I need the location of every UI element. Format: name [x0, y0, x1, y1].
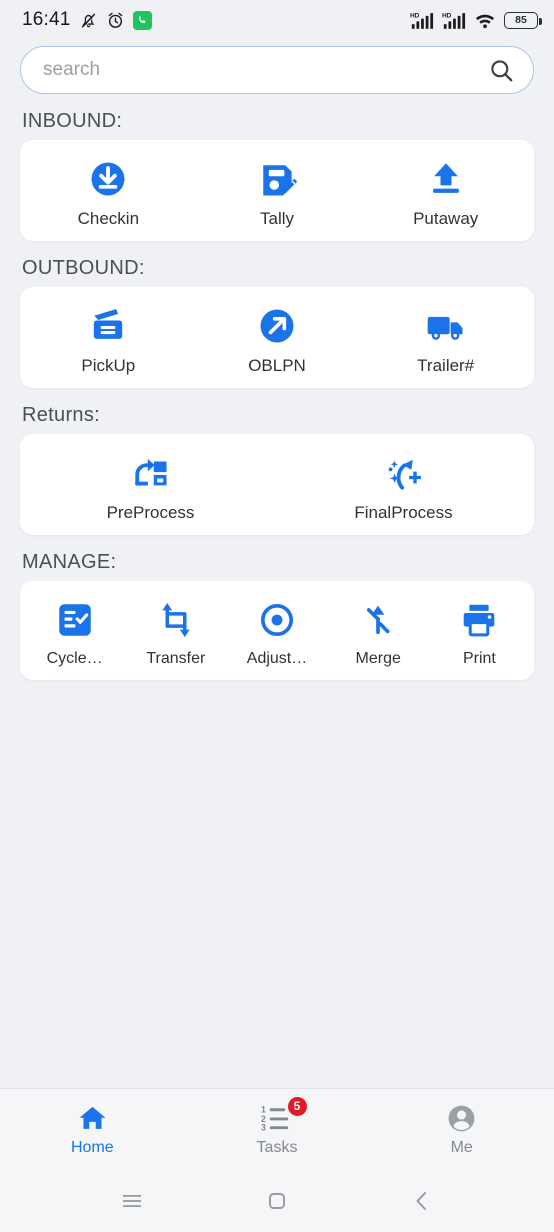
nav-item-label: Home: [70, 1139, 114, 1156]
android-navigation-bar: [0, 1170, 554, 1232]
menu-item-label: Cycle…: [46, 650, 103, 667]
menu-item-label: Trailer#: [417, 356, 475, 375]
section-grid-outbound: PickUp OBLPN Trailer#: [24, 301, 530, 376]
svg-text:3: 3: [261, 1123, 266, 1132]
square-icon[interactable]: [265, 1189, 289, 1213]
menu-item-oblpn[interactable]: OBLPN: [193, 301, 362, 376]
nav-item-me[interactable]: Me: [369, 1089, 554, 1170]
upload-arrow-icon: [424, 156, 468, 202]
svg-text:HD: HD: [442, 12, 452, 19]
checklist-icon: [54, 597, 96, 643]
menu-item-print[interactable]: Print: [429, 595, 530, 668]
app-screen: 16:41 HD HD 85 search INBOUND: Checkin T…: [0, 0, 554, 1232]
nav-item-label: Me: [450, 1139, 473, 1156]
menu-item-trailer[interactable]: Trailer#: [361, 301, 530, 376]
phone-call-icon: [132, 10, 152, 30]
menu-item-transfer[interactable]: Transfer: [125, 595, 226, 668]
menu-item-pickup[interactable]: PickUp: [24, 301, 193, 376]
search-bar-container: [0, 40, 554, 94]
section-card-returns: PreProcess FinalProcess: [20, 434, 534, 535]
menu-item-merge[interactable]: Merge: [328, 595, 429, 668]
menu-item-label: Merge: [355, 650, 401, 667]
battery-level: 85: [515, 13, 527, 26]
menu-item-finalprocess[interactable]: FinalProcess: [277, 448, 530, 523]
status-time: 16:41: [22, 9, 71, 30]
nav-item-home[interactable]: Home: [0, 1089, 185, 1170]
menu-item-label: FinalProcess: [354, 503, 453, 522]
search-icon[interactable]: [488, 57, 515, 84]
menu-lines-icon[interactable]: [120, 1189, 144, 1213]
menu-item-label: PickUp: [81, 356, 136, 375]
target-dot-icon: [256, 597, 298, 643]
arrow-up-right-circle-icon: [255, 303, 299, 349]
chevron-left-icon[interactable]: [410, 1189, 434, 1213]
menu-item-preprocess[interactable]: PreProcess: [24, 448, 277, 523]
menu-item-label: PreProcess: [106, 503, 195, 522]
menu-item-label: Transfer: [146, 650, 206, 667]
hd-signal-icon: HD: [442, 11, 466, 30]
printer-icon: [458, 597, 500, 643]
transfer-crop-icon: [155, 597, 197, 643]
section-grid-inbound: Checkin Tally Putaway: [24, 154, 530, 229]
search-input[interactable]: [43, 59, 478, 81]
section-title-outbound: OUTBOUND:: [22, 257, 145, 279]
menu-item-tally[interactable]: Tally: [193, 154, 362, 229]
open-box-icon: [86, 303, 130, 349]
section-grid-returns: PreProcess FinalProcess: [24, 448, 530, 523]
section-title-manage: MANAGE:: [22, 551, 117, 573]
status-bar-right: HD HD 85: [410, 11, 542, 30]
reprocess-boxes-icon: [129, 450, 173, 496]
menu-item-label: Tally: [260, 209, 295, 228]
save-edit-icon: [255, 156, 299, 202]
search-bar[interactable]: [20, 46, 534, 94]
svg-text:HD: HD: [410, 12, 420, 19]
menu-item-adjust[interactable]: Adjust…: [226, 595, 327, 668]
numbered-list-icon: 1 2 3 5: [261, 1097, 307, 1134]
section-card-inbound: Checkin Tally Putaway: [20, 140, 534, 241]
status-bar: 16:41 HD HD 85: [0, 0, 554, 40]
alarm-icon: [106, 11, 125, 30]
menu-item-putaway[interactable]: Putaway: [361, 154, 530, 229]
hd-signal-icon: HD: [410, 11, 434, 30]
truck-icon: [424, 303, 468, 349]
menu-item-cycle-count[interactable]: Cycle…: [24, 595, 125, 668]
tasks-badge: 5: [287, 1097, 307, 1116]
home-icon: [77, 1102, 108, 1134]
menu-item-label: OBLPN: [248, 356, 306, 375]
menu-item-label: Checkin: [77, 209, 140, 228]
status-bar-left: 16:41: [22, 9, 152, 31]
menu-item-label: Print: [462, 650, 496, 667]
silent-bell-icon: [79, 11, 98, 30]
bottom-navigation: Home 1 2 3 5 Tasks Me: [0, 1088, 554, 1170]
nav-item-tasks[interactable]: 1 2 3 5 Tasks: [185, 1089, 370, 1170]
merge-arrow-icon: [357, 597, 399, 643]
menu-item-label: Putaway: [413, 209, 479, 228]
download-circle-icon: [86, 156, 130, 202]
section-card-manage: Cycle… Transfer Adjust… Merge Print: [20, 581, 534, 680]
section-card-outbound: PickUp OBLPN Trailer#: [20, 287, 534, 388]
wifi-icon: [474, 11, 496, 29]
section-title-returns: Returns:: [22, 404, 100, 426]
account-icon: [446, 1102, 477, 1134]
nav-item-label: Tasks: [256, 1139, 298, 1156]
sparkle-refresh-icon: [382, 450, 426, 496]
menu-item-label: Adjust…: [246, 650, 308, 667]
battery-icon: 85: [504, 11, 542, 29]
section-grid-manage: Cycle… Transfer Adjust… Merge Print: [24, 595, 530, 668]
section-title-inbound: INBOUND:: [22, 110, 123, 132]
menu-content: INBOUND: Checkin Tally Putaway OUTBOUND:…: [0, 94, 554, 1088]
menu-item-checkin[interactable]: Checkin: [24, 154, 193, 229]
